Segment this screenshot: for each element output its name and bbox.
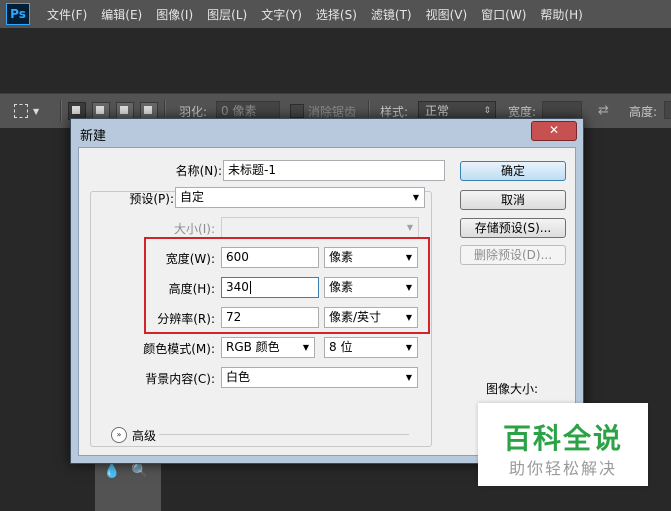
photoshop-logo: Ps — [6, 3, 30, 25]
preset-value: 自定 — [180, 190, 205, 204]
background-select[interactable]: 白色 ▼ — [221, 367, 418, 388]
size-label: 大小(I): — [174, 222, 215, 236]
bit-depth-value: 8 位 — [329, 340, 353, 354]
height-label: 高度: — [629, 105, 658, 119]
width-unit-select[interactable]: 像素 ▼ — [324, 247, 418, 268]
feather-input[interactable]: 0 像素 — [216, 101, 280, 119]
menu-edit[interactable]: 编辑(E) — [94, 6, 149, 23]
width-input[interactable]: 600 — [221, 247, 319, 268]
chevron-down-icon: ▼ — [405, 373, 412, 382]
resolution-unit-value: 像素/英寸 — [329, 310, 382, 324]
size-select: ▼ — [221, 217, 419, 238]
expand-advanced-icon[interactable]: » — [111, 427, 127, 443]
chevron-down-icon: ▼ — [405, 253, 412, 262]
resolution-label: 分辨率(R): — [157, 312, 215, 326]
subtract-selection-icon — [120, 106, 128, 114]
background-value: 白色 — [226, 370, 251, 384]
chevron-down-icon: ▼ — [412, 193, 419, 202]
menu-select[interactable]: 选择(S) — [309, 6, 364, 23]
advanced-label[interactable]: 高级 — [132, 427, 156, 444]
chevron-down-icon: ▼ — [406, 223, 413, 232]
height-unit-value: 像素 — [329, 280, 354, 294]
height-label: 高度(H): — [168, 282, 215, 296]
divider — [159, 434, 409, 435]
rectangular-marquee-icon — [14, 104, 28, 118]
intersect-selection-icon — [144, 106, 152, 114]
antialias-checkbox[interactable] — [290, 104, 304, 118]
style-value: 正常 — [425, 104, 450, 118]
color-mode-value: RGB 颜色 — [226, 340, 280, 354]
bit-depth-select[interactable]: 8 位 ▼ — [324, 337, 418, 358]
chevron-down-icon: ▼ — [33, 106, 40, 116]
swap-icon[interactable]: ⇄ — [598, 103, 609, 118]
resolution-input[interactable]: 72 — [221, 307, 319, 328]
add-selection-icon — [96, 106, 104, 114]
style-select[interactable]: 正常 ⇕ — [418, 101, 496, 119]
color-mode-select[interactable]: RGB 颜色 ▼ — [221, 337, 315, 358]
width-unit-value: 像素 — [329, 250, 354, 264]
height-unit-select[interactable]: 像素 ▼ — [324, 277, 418, 298]
menu-image[interactable]: 图像(I) — [149, 6, 200, 23]
new-selection-icon — [72, 106, 80, 114]
document-area — [0, 28, 671, 93]
menu-bar: Ps 文件(F) 编辑(E) 图像(I) 图层(L) 文字(Y) 选择(S) 滤… — [0, 0, 671, 28]
preset-label: 预设(P): — [129, 192, 174, 206]
chevron-down-icon: ▼ — [405, 313, 412, 322]
cancel-button[interactable]: 取消 — [460, 190, 566, 210]
dialog-titlebar: 新建 ✕ — [71, 119, 583, 147]
menu-type[interactable]: 文字(Y) — [254, 6, 309, 23]
ok-button[interactable]: 确定 — [460, 161, 566, 181]
height-input[interactable] — [664, 101, 671, 119]
divider — [60, 100, 62, 122]
resolution-unit-select[interactable]: 像素/英寸 ▼ — [324, 307, 418, 328]
width-input[interactable] — [542, 101, 582, 119]
menu-filter[interactable]: 滤镜(T) — [364, 6, 419, 23]
preset-select[interactable]: 自定 ▼ — [175, 187, 425, 208]
save-preset-button[interactable]: 存储预设(S)... — [460, 218, 566, 238]
menu-view[interactable]: 视图(V) — [419, 6, 475, 23]
delete-preset-button: 删除预设(D)... — [460, 245, 566, 265]
dialog-title: 新建 — [80, 129, 107, 144]
tool-preset-picker[interactable]: ▼ — [14, 102, 54, 120]
height-input[interactable]: 340 — [221, 277, 319, 298]
text-cursor — [249, 281, 251, 294]
watermark-subtitle: 助你轻松解决 — [508, 459, 617, 478]
menu-file[interactable]: 文件(F) — [40, 6, 94, 23]
close-button[interactable]: ✕ — [531, 121, 577, 141]
chevron-down-icon: ▼ — [302, 343, 309, 352]
chevron-down-icon: ▼ — [405, 283, 412, 292]
height-value: 340 — [226, 280, 249, 294]
name-label: 名称(N): — [175, 164, 222, 178]
chevron-down-icon: ▼ — [405, 343, 412, 352]
image-size-label: 图像大小: — [486, 382, 539, 396]
menu-window[interactable]: 窗口(W) — [474, 6, 533, 23]
watermark-title: 百科全说 — [502, 422, 623, 455]
background-label: 背景内容(C): — [145, 372, 215, 386]
menu-layer[interactable]: 图层(L) — [200, 6, 254, 23]
name-input[interactable]: 未标题-1 — [223, 160, 445, 181]
width-label: 宽度(W): — [165, 252, 215, 266]
color-mode-label: 颜色模式(M): — [143, 342, 215, 356]
menu-help[interactable]: 帮助(H) — [533, 6, 589, 23]
watermark: 百科全说 助你轻松解决 — [478, 403, 648, 486]
